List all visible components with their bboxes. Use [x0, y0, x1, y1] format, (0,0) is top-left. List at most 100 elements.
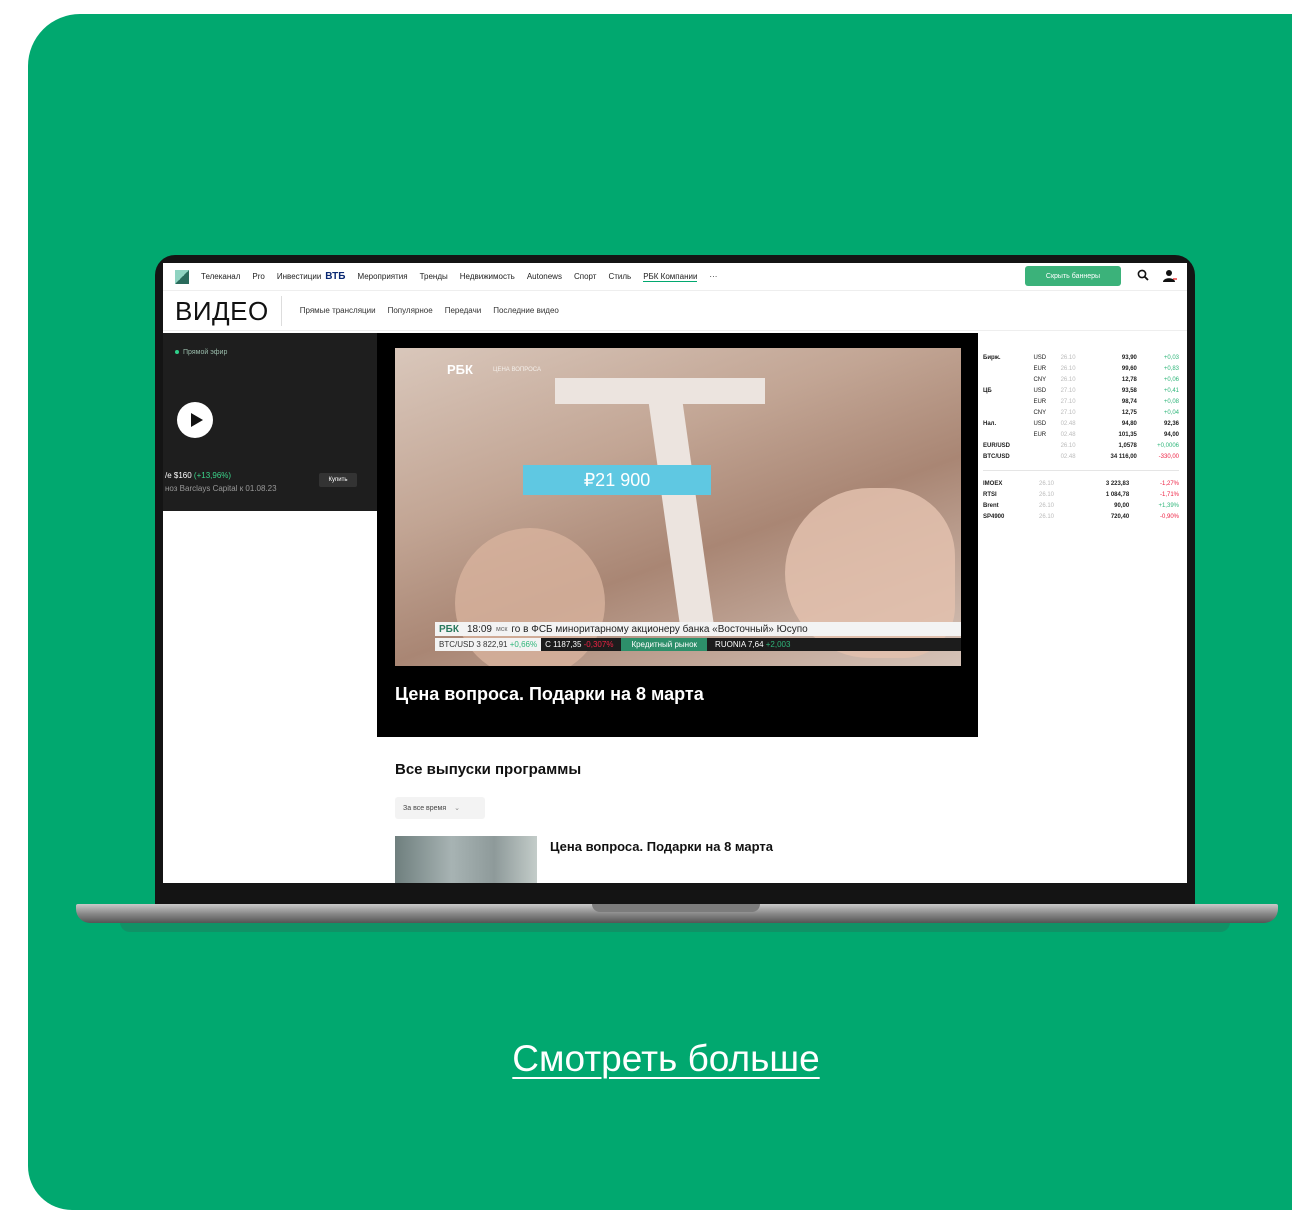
rate-date: 27.10: [1060, 387, 1076, 394]
nav-item-style[interactable]: Стиль: [608, 272, 631, 281]
nav-item-investments[interactable]: Инвестиции: [277, 272, 321, 281]
ticker-ruonia: RUONIA 7,64: [715, 640, 764, 649]
indices-table: IMOEX 26.10 3 223,83 -1,27% RTSI 26.10 1 084,7…: [981, 478, 1181, 522]
nav-item-trends[interactable]: Тренды: [420, 272, 448, 281]
laptop-notch: [592, 904, 760, 912]
rate-change: +0,83: [1163, 365, 1179, 372]
play-icon[interactable]: [177, 402, 213, 438]
rate-value: 12,75: [1121, 409, 1137, 416]
rate-currency: CNY: [1033, 409, 1047, 416]
search-icon[interactable]: [1137, 269, 1149, 281]
video-frame[interactable]: РБК ЦЕНА ВОПРОСА ₽21 900 РБК 18:09 мск г…: [395, 348, 961, 666]
index-date: 26.10: [1039, 480, 1055, 487]
nav-item-events[interactable]: Мероприятия: [357, 272, 407, 281]
rate-row: EUR 27.10 98,74 +0,08: [981, 396, 1181, 407]
rate-market: [981, 363, 1031, 374]
period-select[interactable]: За все время ⌄: [395, 797, 485, 819]
nav-item-pro[interactable]: Pro: [252, 272, 264, 281]
index-value: 90,00: [1114, 502, 1130, 509]
hide-banners-button[interactable]: Скрыть баннеры: [1025, 266, 1121, 286]
rate-change: +0,0006: [1157, 442, 1179, 449]
episode-thumbnail[interactable]: [395, 836, 537, 883]
rate-row: EUR 26.10 99,60 +0,83: [981, 363, 1181, 374]
rate-date: 26.10: [1060, 376, 1076, 383]
user-icon[interactable]: [1163, 269, 1177, 283]
rate-market: [981, 429, 1031, 440]
ticker-text: го в ФСБ миноритарному акционеру банка «…: [511, 623, 808, 635]
nav-item-realty[interactable]: Недвижимость: [460, 272, 515, 281]
nav-item-tv[interactable]: Телеканал: [201, 272, 240, 281]
buy-button[interactable]: Купить: [319, 473, 357, 487]
section-nav: ВИДЕО Прямые трансляции Популярное Перед…: [163, 291, 1187, 331]
rbc-logo-icon[interactable]: [175, 269, 189, 284]
rate-date: 26.10: [1060, 442, 1076, 449]
index-change: -1,27%: [1159, 480, 1179, 487]
rate-row: ЦБ USD 27.10 93,58 +0,41: [981, 385, 1181, 396]
video-channel-logo: РБК: [447, 362, 473, 377]
rate-currency: [1031, 451, 1058, 462]
rate-currency: EUR: [1033, 365, 1047, 372]
rate-market: ЦБ: [983, 387, 992, 394]
rate-value: 93,90: [1121, 354, 1137, 361]
rate-date: 02.48: [1060, 420, 1076, 427]
rates-divider: [983, 470, 1179, 471]
rate-change: +0,41: [1163, 387, 1179, 394]
video-player[interactable]: РБК ЦЕНА ВОПРОСА ₽21 900 РБК 18:09 мск г…: [377, 333, 978, 737]
ticker-credit-market: Кредитный рынок: [621, 638, 708, 651]
rate-market: Нал.: [983, 420, 997, 427]
see-more-link[interactable]: Смотреть больше: [0, 1038, 1292, 1080]
promo-change: (+13,96%): [193, 471, 232, 480]
rate-date: 27.10: [1060, 409, 1076, 416]
nav-item-sport[interactable]: Спорт: [574, 272, 597, 281]
rate-currency: USD: [1033, 354, 1047, 361]
rate-currency: CNY: [1033, 376, 1047, 383]
rate-market: [981, 407, 1031, 418]
rate-change: 92,36: [1163, 420, 1179, 427]
index-date: 26.10: [1039, 502, 1055, 509]
ticker-time: 18:09: [466, 623, 492, 635]
rate-change: +0,06: [1163, 376, 1179, 383]
video-caption[interactable]: Цена вопроса. Подарки на 8 марта: [395, 684, 704, 705]
promo-headline: /е $160 (+13,96%): [165, 471, 231, 480]
ticker-btc: BTC/USD 3 822,91 +0,66%: [435, 638, 542, 651]
ticker-index-change: -0,307%: [583, 640, 614, 649]
ticker-btc-value: BTC/USD 3 822,91: [439, 640, 508, 649]
rate-currency: USD: [1033, 387, 1047, 394]
episode-title[interactable]: Цена вопроса. Подарки на 8 марта: [550, 839, 773, 854]
subnav-popular[interactable]: Популярное: [388, 306, 433, 315]
rate-row: CNY 26.10 12,78 +0,06: [981, 374, 1181, 385]
rate-currency: EUR: [1033, 431, 1047, 438]
rate-row: Бирж. USD 26.10 93,90 +0,03: [981, 352, 1181, 363]
top-nav: Телеканал Pro Инвестиции ВТБ Мероприятия…: [163, 263, 1187, 291]
rate-change: +0,08: [1163, 398, 1179, 405]
laptop-screen: Телеканал Pro Инвестиции ВТБ Мероприятия…: [163, 263, 1187, 883]
rate-value: 12,78: [1121, 376, 1137, 383]
rate-date: 27.10: [1060, 398, 1076, 405]
subnav-live[interactable]: Прямые трансляции: [300, 306, 376, 315]
rate-market: BTC/USD: [983, 453, 1010, 460]
nav-item-companies[interactable]: РБК Компании: [643, 272, 698, 282]
chevron-down-icon: ⌄: [454, 805, 461, 812]
rate-row: BTC/USD 02.48 34 116,00 -330,00: [981, 451, 1181, 462]
rate-market: EUR/USD: [983, 442, 1011, 449]
section-title: ВИДЕО: [175, 295, 282, 326]
vtb-brand-logo[interactable]: ВТБ: [325, 271, 345, 282]
rate-value: 94,80: [1121, 420, 1137, 427]
index-value: 720,40: [1110, 513, 1130, 520]
subnav-latest[interactable]: Последние видео: [493, 306, 559, 315]
rate-value: 1,0578: [1118, 442, 1137, 449]
rate-date: 02.48: [1060, 453, 1076, 460]
rate-value: 99,60: [1121, 365, 1137, 372]
ticker-logo: РБК: [439, 623, 459, 635]
rate-row: Нал. USD 02.48 94,80 92,36: [981, 418, 1181, 429]
nav-more-icon[interactable]: ···: [709, 272, 717, 281]
news-ticker: РБК 18:09 мск го в ФСБ миноритарному акц…: [435, 622, 961, 636]
nav-item-autonews[interactable]: Autonews: [527, 272, 562, 281]
live-label[interactable]: Прямой эфир: [175, 349, 227, 356]
video-program-label: ЦЕНА ВОПРОСА: [493, 367, 541, 373]
index-row: IMOEX 26.10 3 223,83 -1,27%: [981, 478, 1181, 489]
ticker-ruonia-change: +2,003: [765, 640, 791, 649]
index-row: RTSI 26.10 1 084,78 -1,71%: [981, 489, 1181, 500]
subnav-shows[interactable]: Передачи: [445, 306, 482, 315]
rate-change: +0,04: [1163, 409, 1179, 416]
